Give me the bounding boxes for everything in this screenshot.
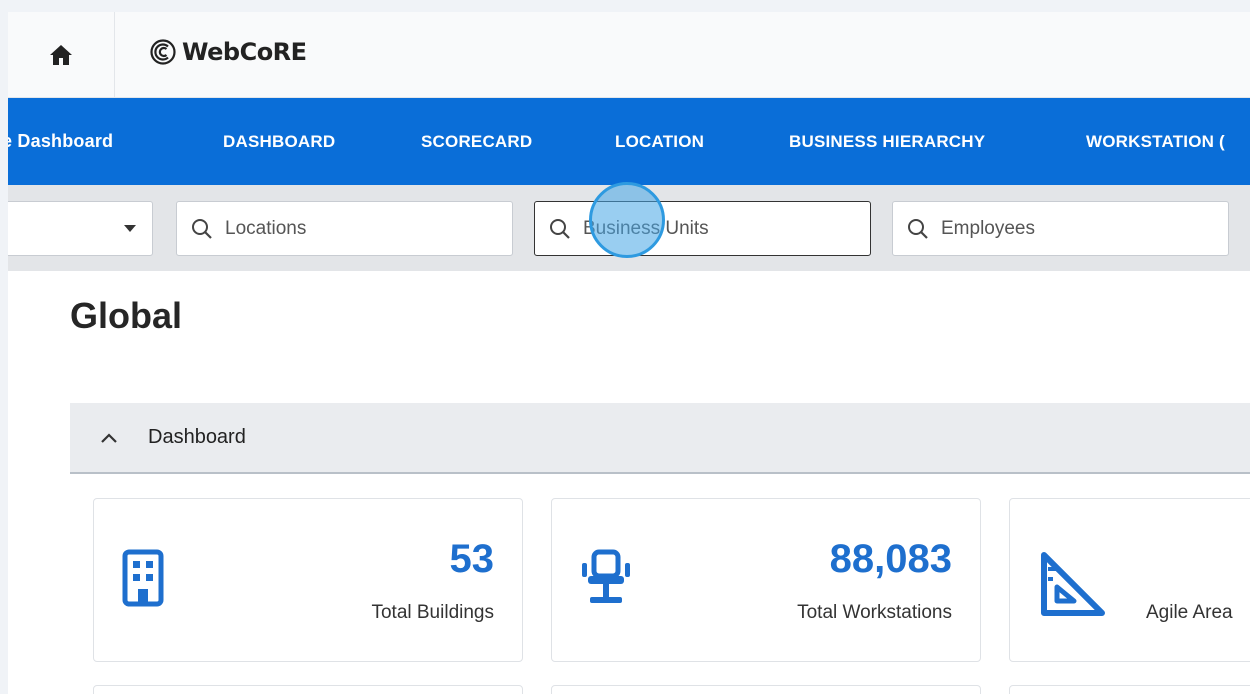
stat-value: 88,083 [829,537,952,581]
locations-search-input[interactable]: Locations [176,201,513,256]
search-icon [549,218,571,240]
stat-label: Total Buildings [371,602,494,623]
nav-item-scorecard[interactable]: SCORECARD [421,98,532,185]
search-icon [191,218,213,240]
building-icon [122,549,164,612]
dashboard-section-header[interactable]: Dashboard [70,403,1250,474]
nav-item-business-hierarchy[interactable]: BUSINESS HIERARCHY [789,98,985,185]
stat-value: 53 [449,537,495,581]
top-bar: WebCoRE [8,12,1250,98]
search-icon [907,218,929,240]
locations-placeholder: Locations [225,217,307,239]
set-square-icon [1038,549,1108,624]
home-icon [50,45,72,65]
business-units-placeholder: Business Units [583,217,709,239]
employees-search-input[interactable]: Employees [892,201,1229,256]
office-chair-icon [580,549,632,614]
nav-item-e-dashboard[interactable]: e Dashboard [8,98,113,185]
chevron-up-icon[interactable] [100,432,118,444]
business-units-search-input[interactable]: Business Units [534,201,871,256]
app-frame: WebCoRE e Dashboard DASHBOARD SCORECARD … [8,12,1250,694]
app-logo[interactable]: WebCoRE [150,38,307,66]
stat-card-buildings[interactable]: 53 Total Buildings [93,498,523,662]
nav-item-workstation[interactable]: WORKSTATION ( [1086,98,1225,185]
stat-card-agile-area[interactable]: Agile Area [1009,498,1250,662]
stat-label: Total Workstations [797,602,952,623]
app-name: WebCoRE [182,38,307,66]
home-button[interactable] [8,12,115,98]
nav-item-location[interactable]: LOCATION [615,98,704,185]
filter-bar: Locations Business Units Employees [8,185,1250,271]
caret-down-icon [124,225,136,232]
section-label: Dashboard [148,426,246,448]
page-title: Global [70,295,183,336]
webcore-logo-icon [150,39,176,65]
employees-placeholder: Employees [941,217,1035,239]
stat-label: Agile Area [1146,602,1233,623]
main-nav: e Dashboard DASHBOARD SCORECARD LOCATION… [8,98,1250,185]
nav-item-dashboard[interactable]: DASHBOARD [223,98,335,185]
stat-card[interactable] [93,685,523,694]
stat-card[interactable] [551,685,981,694]
stat-card-workstations[interactable]: 88,083 Total Workstations [551,498,981,662]
stat-card[interactable] [1009,685,1250,694]
scope-select[interactable] [8,201,153,256]
